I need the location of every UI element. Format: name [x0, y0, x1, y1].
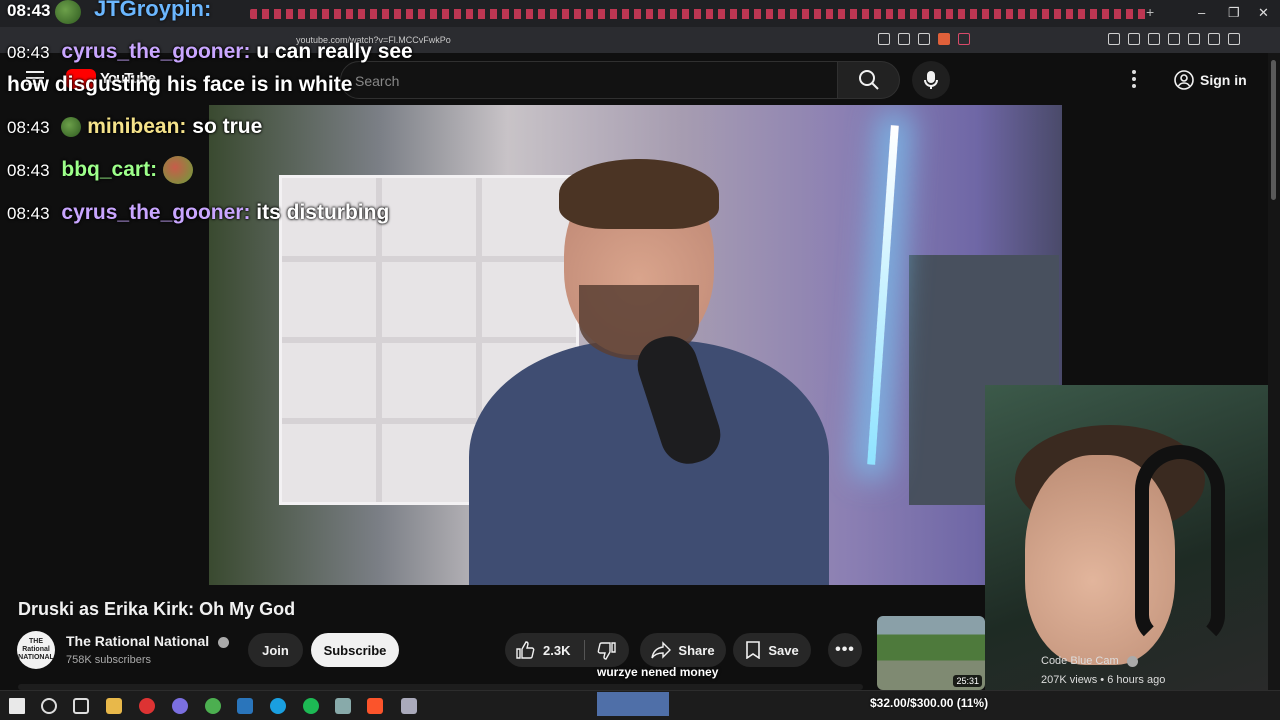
discord-icon[interactable]	[172, 698, 188, 714]
streamer-webcam	[985, 385, 1280, 690]
chat-time: 08:43	[7, 118, 50, 137]
maximize-button[interactable]: ❐	[1228, 5, 1240, 21]
share-label: Share	[678, 642, 715, 658]
subscribe-button[interactable]: Subscribe	[311, 633, 399, 667]
channel-name-text: The Rational National	[66, 633, 210, 649]
tab-search-icon[interactable]	[1128, 33, 1140, 45]
search-icon[interactable]	[41, 698, 57, 714]
sidebar-icon[interactable]	[1168, 33, 1180, 45]
light-bar	[867, 125, 899, 465]
chat-username: minibean	[87, 115, 180, 138]
brave-rewards-icon[interactable]	[958, 33, 970, 45]
wallet-icon[interactable]	[1188, 33, 1200, 45]
share-icon	[651, 641, 672, 659]
extensions-icon[interactable]	[1108, 33, 1120, 45]
save-label: Save	[768, 642, 799, 658]
verified-icon	[218, 636, 230, 648]
chat-time: 08:43	[7, 161, 50, 180]
file-explorer-icon[interactable]	[106, 698, 122, 714]
scrollbar-thumb[interactable]	[1271, 60, 1276, 200]
menu-icon[interactable]	[1228, 33, 1240, 45]
new-tab-button[interactable]: +	[1146, 4, 1154, 20]
join-button[interactable]: Join	[248, 633, 303, 667]
chat-username: cyrus_the_gooner	[61, 40, 244, 63]
steam-icon[interactable]	[237, 698, 253, 714]
task-view-icon[interactable]	[73, 698, 89, 714]
app-icon[interactable]	[335, 698, 351, 714]
chat-line: 08:43 bbq_cart:	[7, 154, 427, 187]
like-dislike-group: 2.3K	[505, 633, 629, 667]
verified-icon	[1126, 655, 1138, 667]
headphones	[1135, 445, 1225, 645]
donation-goal-text: $32.00/$300.00 (11%)	[870, 696, 989, 710]
dislike-icon[interactable]	[597, 641, 617, 661]
close-window-button[interactable]: ✕	[1258, 5, 1269, 21]
chat-message: so true	[192, 115, 263, 138]
chat-username: bbq_cart	[61, 158, 151, 181]
video-title: Druski as Erika Kirk: Oh My God	[18, 599, 296, 619]
video-duration: 25:31	[953, 675, 982, 687]
zoom-icon[interactable]	[898, 33, 910, 45]
chat-message: its disturbing	[256, 201, 390, 224]
voice-search-button[interactable]	[912, 61, 950, 99]
settings-kebab-icon[interactable]	[1126, 69, 1142, 89]
account-icon	[1174, 70, 1194, 90]
sign-in-button[interactable]: Sign in	[1164, 63, 1257, 97]
recommended-channel-name: Code Blue Cam	[1041, 655, 1119, 667]
chat-time: 08:43	[7, 1, 51, 20]
media-icon[interactable]	[1148, 33, 1160, 45]
tab-strip-tabs[interactable]	[250, 9, 1150, 19]
minimize-button[interactable]: –	[1198, 5, 1205, 20]
chat-line: 08:43 cyrus_the_gooner: u can really see…	[7, 40, 413, 96]
recommended-meta: 207K views • 6 hours ago	[1041, 674, 1166, 686]
chat-username: JTGroypin:	[93, 0, 212, 21]
brave-shields-icon[interactable]	[938, 33, 950, 45]
chat-emote	[162, 156, 193, 185]
search-icon	[858, 70, 879, 90]
tts-alert-message: wurzye nened money	[597, 665, 719, 679]
app-icon[interactable]	[401, 698, 417, 714]
chat-time: 08:43	[7, 204, 50, 223]
chat-emote	[55, 0, 82, 24]
vpn-icon[interactable]	[1208, 33, 1220, 45]
donation-goal-fill	[597, 692, 669, 716]
like-count[interactable]: 2.3K	[543, 643, 570, 658]
video-host	[469, 159, 829, 585]
more-actions-button[interactable]: •••	[828, 633, 862, 667]
chat-line: 08:43 minibean: so true	[7, 115, 263, 138]
chat-line: 08:43 cyrus_the_gooner: its disturbing	[7, 201, 390, 224]
share-button[interactable]: Share	[640, 633, 726, 667]
channel-name[interactable]: The Rational National	[66, 633, 230, 649]
subscriber-count: 758K subscribers	[66, 654, 151, 666]
screen: + – ❐ ✕ youtube.com/watch?v=Fl.MCCvFwkPo…	[0, 0, 1280, 720]
like-icon[interactable]	[515, 640, 535, 660]
chat-badge-icon	[61, 117, 82, 138]
channel-avatar[interactable]: THE Rational NATIONAL	[17, 631, 55, 669]
obs-icon[interactable]	[139, 698, 155, 714]
save-button[interactable]: Save	[733, 633, 811, 667]
share-page-icon[interactable]	[918, 33, 930, 45]
extension-toolbar	[1108, 33, 1240, 45]
spotify-icon[interactable]	[303, 698, 319, 714]
bookmark-icon	[746, 641, 761, 659]
search-button[interactable]	[838, 61, 900, 99]
sign-in-label: Sign in	[1200, 72, 1247, 88]
chat-username: cyrus_the_gooner	[61, 201, 244, 224]
chat-line-partial: 08:43 JTGroypin:	[7, 0, 211, 24]
cast-icon[interactable]	[878, 33, 890, 45]
chat-time: 08:43	[7, 43, 50, 62]
stream-chat-overlay: 08:43 cyrus_the_gooner: u can really see…	[7, 36, 427, 240]
recommended-thumbnail[interactable]: 25:31	[877, 616, 985, 690]
recommended-channel[interactable]: Code Blue Cam	[1041, 655, 1138, 667]
windows-start-icon[interactable]	[9, 698, 25, 714]
microphone-icon	[924, 71, 938, 89]
address-actions	[878, 33, 970, 45]
edge-icon[interactable]	[270, 698, 286, 714]
brave-icon[interactable]	[367, 698, 383, 714]
chrome-icon[interactable]	[205, 698, 221, 714]
